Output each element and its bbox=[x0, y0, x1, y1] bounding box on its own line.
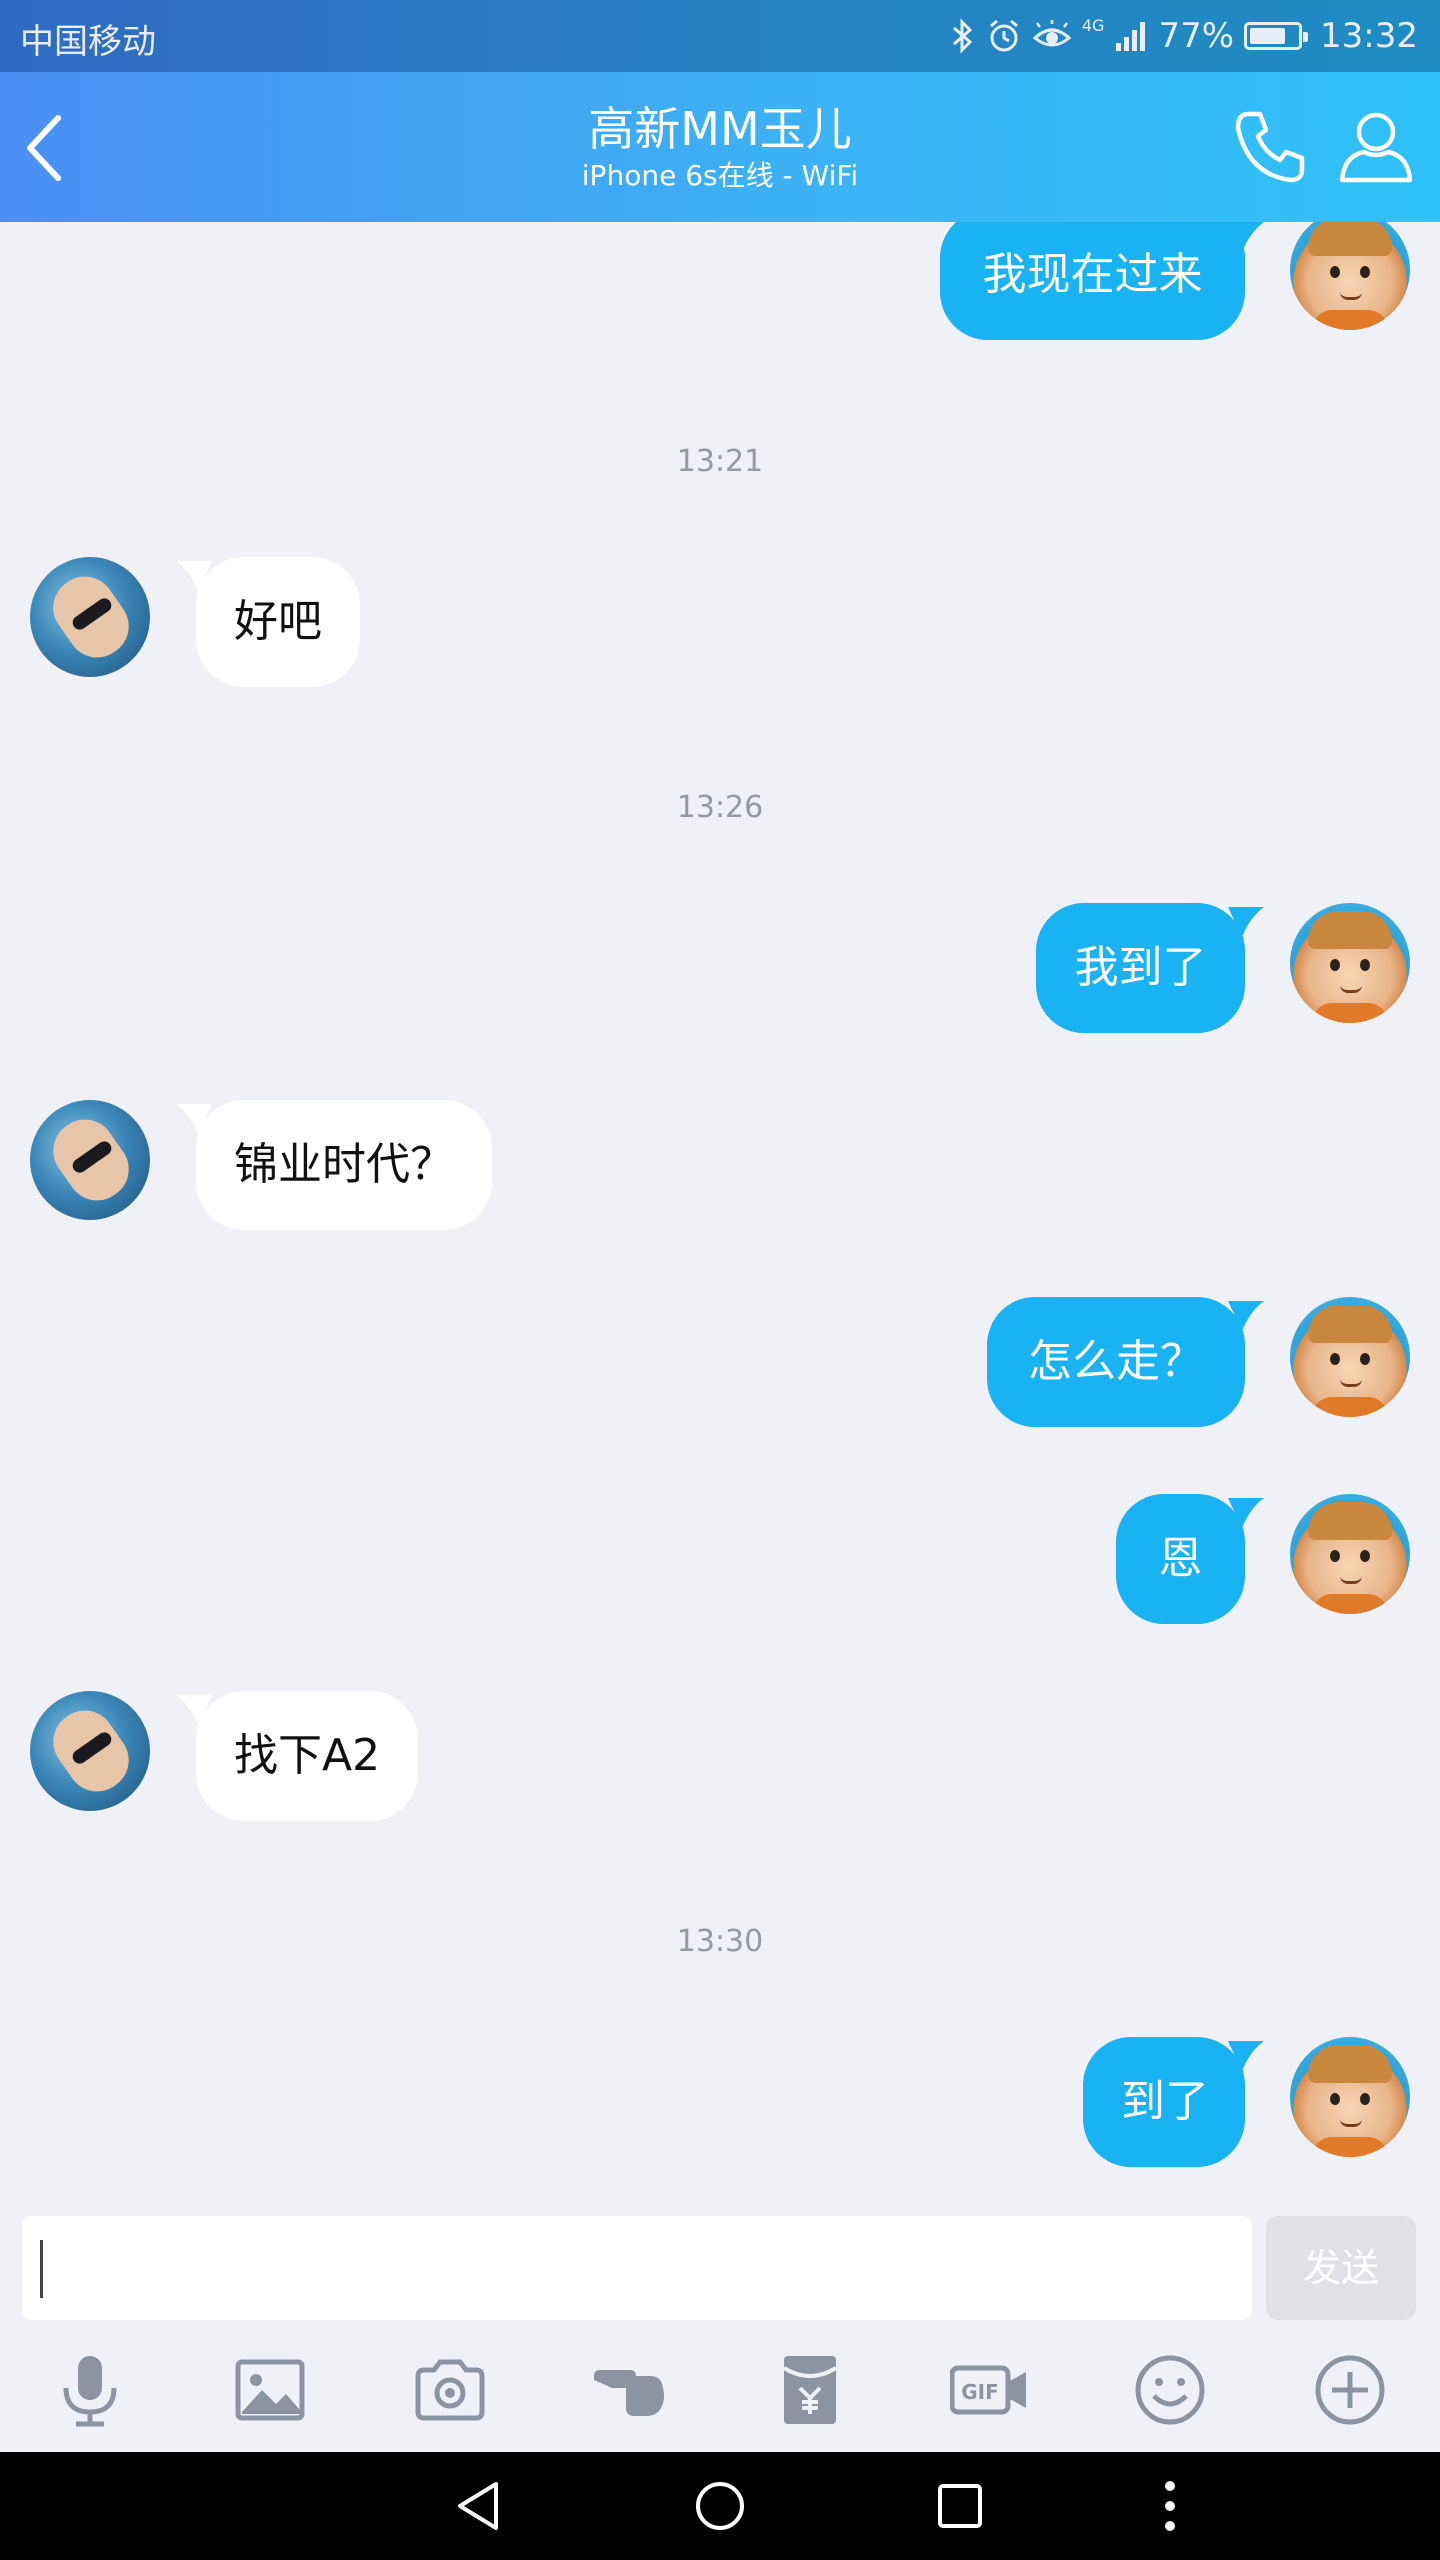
more-dots-icon[interactable] bbox=[1140, 2476, 1200, 2536]
bubble-tail bbox=[1228, 222, 1264, 252]
red-packet-icon[interactable] bbox=[770, 2350, 850, 2430]
recents-square-icon[interactable] bbox=[930, 2476, 990, 2536]
my-avatar[interactable] bbox=[1290, 2037, 1410, 2157]
message-bubble[interactable]: 我到了 bbox=[1036, 903, 1245, 1033]
system-nav-bar bbox=[0, 2452, 1440, 2560]
clock-time: 13:32 bbox=[1320, 16, 1418, 56]
input-toolbar: GIF bbox=[0, 2330, 1440, 2452]
message-bubble[interactable]: 我现在过来 bbox=[940, 222, 1245, 340]
message-bubble[interactable]: 怎么走？ bbox=[987, 1297, 1245, 1427]
phone-call-icon[interactable] bbox=[1228, 104, 1312, 188]
message-bubble[interactable]: 好吧 bbox=[196, 557, 360, 687]
emoji-icon[interactable] bbox=[1130, 2350, 1210, 2430]
contact-avatar[interactable] bbox=[30, 1691, 150, 1811]
message-outgoing[interactable]: 恩 bbox=[0, 1494, 1440, 1624]
bluetooth-icon bbox=[952, 18, 973, 54]
status-bar: 中国移动 4G 77% 13:32 bbox=[0, 0, 1440, 72]
message-outgoing[interactable]: 我现在过来 bbox=[0, 222, 1440, 342]
message-input-bar: 发送 bbox=[0, 2202, 1440, 2330]
camera-icon[interactable] bbox=[410, 2350, 490, 2430]
text-cursor bbox=[40, 2240, 43, 2298]
home-circle-icon[interactable] bbox=[690, 2476, 750, 2536]
contact-avatar[interactable] bbox=[30, 557, 150, 677]
image-icon[interactable] bbox=[230, 2350, 310, 2430]
message-outgoing[interactable]: 到了 bbox=[0, 2037, 1440, 2167]
contact-name[interactable]: 高新MM玉儿 bbox=[0, 100, 1440, 158]
message-bubble[interactable]: 恩 bbox=[1116, 1494, 1245, 1624]
message-outgoing[interactable]: 怎么走？ bbox=[0, 1297, 1440, 1427]
battery-level bbox=[1250, 28, 1286, 44]
battery-percent: 77% bbox=[1158, 16, 1235, 56]
timestamp: 13:21 bbox=[676, 444, 764, 479]
back-triangle-icon[interactable] bbox=[450, 2476, 510, 2536]
bubble-tail bbox=[1228, 1498, 1264, 1528]
signal-icon bbox=[1116, 22, 1146, 51]
chat-title-block: 高新MM玉儿 iPhone 6s在线 - WiFi bbox=[0, 100, 1440, 194]
message-list[interactable]: 我现在过来 13:21 好吧 13:26 我到了 锦业时代？ 怎么走？ 恩 找下 bbox=[0, 222, 1440, 2202]
my-avatar[interactable] bbox=[1290, 1494, 1410, 1614]
poke-hand-icon[interactable] bbox=[590, 2350, 670, 2430]
message-incoming[interactable]: 好吧 bbox=[0, 557, 1440, 687]
timestamp: 13:26 bbox=[676, 790, 764, 825]
carrier-name: 中国移动 bbox=[20, 22, 156, 62]
my-avatar[interactable] bbox=[1290, 903, 1410, 1023]
eye-comfort-icon bbox=[1032, 20, 1072, 47]
message-incoming[interactable]: 锦业时代？ bbox=[0, 1100, 1440, 1230]
battery-icon bbox=[1244, 22, 1309, 50]
microphone-icon[interactable] bbox=[50, 2350, 130, 2430]
send-button[interactable]: 发送 bbox=[1266, 2216, 1416, 2320]
contact-status: iPhone 6s在线 - WiFi bbox=[581, 159, 859, 192]
message-input[interactable] bbox=[22, 2216, 1252, 2320]
message-bubble[interactable]: 锦业时代？ bbox=[196, 1100, 492, 1230]
bubble-tail bbox=[1228, 1301, 1264, 1331]
svg-text:GIF: GIF bbox=[961, 2380, 999, 2404]
my-avatar[interactable] bbox=[1290, 222, 1410, 330]
timestamp: 13:30 bbox=[676, 1924, 764, 1959]
contact-profile-icon[interactable] bbox=[1334, 104, 1418, 188]
bubble-tail bbox=[1228, 2041, 1264, 2071]
chat-header: 中国移动 4G 77% 13:32 高新MM玉儿 iPhone 6s在线 - W… bbox=[0, 0, 1440, 222]
gif-icon[interactable]: GIF bbox=[950, 2350, 1030, 2430]
message-outgoing[interactable]: 我到了 bbox=[0, 903, 1440, 1033]
network-type: 4G bbox=[1081, 16, 1105, 35]
alarm-icon bbox=[989, 19, 1018, 52]
plus-icon[interactable] bbox=[1310, 2350, 1390, 2430]
message-incoming[interactable]: 找下A2 bbox=[0, 1691, 1440, 1821]
my-avatar[interactable] bbox=[1290, 1297, 1410, 1417]
contact-avatar[interactable] bbox=[30, 1100, 150, 1220]
status-icons: 4G 77% 13:32 bbox=[950, 12, 1418, 60]
bubble-tail bbox=[1228, 907, 1264, 937]
message-bubble[interactable]: 到了 bbox=[1083, 2037, 1245, 2167]
message-bubble[interactable]: 找下A2 bbox=[196, 1691, 419, 1821]
